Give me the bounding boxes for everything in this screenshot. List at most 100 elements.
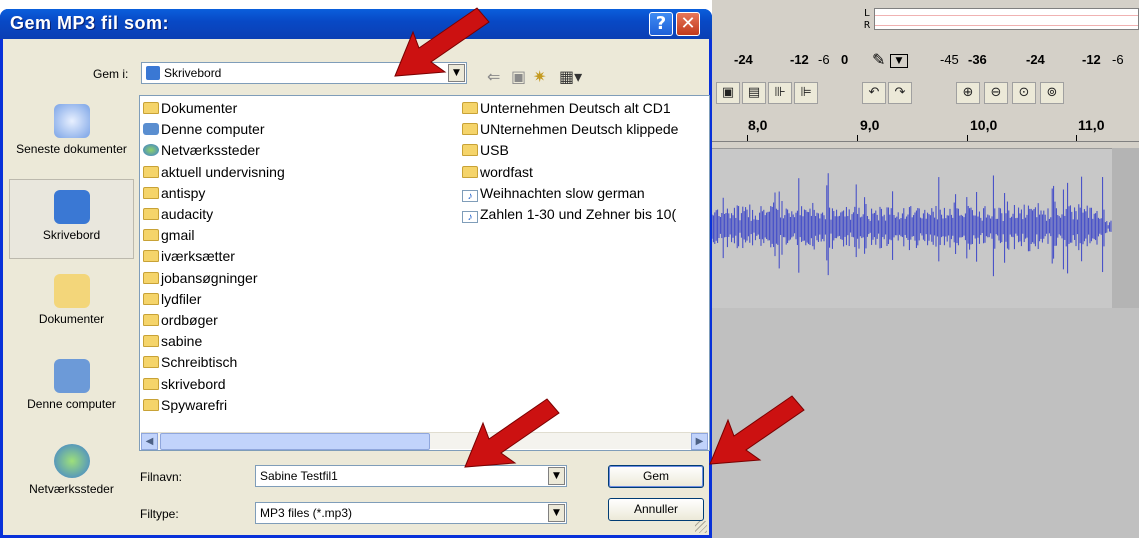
folder-icon	[143, 186, 159, 199]
file-name: USB	[480, 142, 509, 159]
folder-icon	[143, 271, 159, 284]
filename-label: Filnavn:	[140, 470, 183, 484]
meter-toolbar: L R	[712, 0, 1139, 42]
file-item[interactable]: Netværkssteder	[143, 140, 260, 161]
filetype-label: Filtype:	[140, 507, 179, 521]
file-item[interactable]: Dokumenter	[143, 98, 237, 119]
network-icon	[143, 144, 159, 157]
chevron-down-icon[interactable]: ▼	[548, 504, 565, 522]
file-name: sabine	[161, 333, 203, 350]
dialog-title: Gem MP3 fil som:	[10, 13, 170, 33]
file-item[interactable]: UNternehmen Deutsch klippede	[462, 119, 678, 140]
file-item[interactable]: sabine	[143, 331, 202, 352]
filetype-select[interactable]: MP3 files (*.mp3) ▼	[255, 502, 567, 524]
file-item[interactable]: Schreibtisch	[143, 352, 237, 373]
file-list[interactable]: Dokumenter Denne computer Netværkssteder ak…	[139, 95, 710, 451]
file-item[interactable]: lydfiler	[143, 289, 201, 310]
fit-project-icon[interactable]: ⊚	[1040, 82, 1064, 104]
cancel-button[interactable]: Annuller	[608, 498, 704, 521]
file-item[interactable]: Unternehmen Deutsch alt CD1	[462, 98, 671, 119]
silence-button[interactable]: ⊫	[794, 82, 818, 104]
waveform[interactable]	[712, 172, 1112, 282]
file-item[interactable]: gmail	[143, 225, 194, 246]
place-desktop[interactable]: Skrivebord	[9, 179, 134, 259]
scale-label: -24	[1026, 52, 1045, 67]
paste-button[interactable]: ▤	[742, 82, 766, 104]
folder-icon	[143, 377, 159, 390]
place-recent[interactable]: Seneste dokumenter	[9, 94, 134, 174]
file-item[interactable]: jobansøgninger	[143, 268, 258, 289]
documents-folder-icon	[143, 102, 159, 114]
timeline-ruler[interactable]: 8,0 9,0 10,0 11,0	[712, 114, 1139, 142]
horizontal-scrollbar[interactable]: ◀ ▶	[141, 432, 708, 450]
scale-label: -12	[790, 52, 809, 67]
filetype-value: MP3 files (*.mp3)	[260, 506, 353, 520]
file-item[interactable]: antispy	[143, 183, 205, 204]
file-name: Denne computer	[161, 121, 265, 138]
places-bar: Seneste dokumenter Skrivebord Dokumenter…	[9, 94, 134, 534]
file-item[interactable]: ♪ Weihnachten slow german	[462, 183, 645, 204]
scale-label: -12	[1082, 52, 1101, 67]
ruler-label: 8,0	[748, 117, 768, 133]
place-computer[interactable]: Denne computer	[9, 349, 134, 429]
file-item[interactable]: ♪ Zahlen 1-30 und Zehner bis 10(	[462, 204, 676, 225]
ruler-label: 11,0	[1078, 117, 1105, 133]
audio-file-icon: ♪	[462, 189, 478, 202]
scroll-thumb[interactable]	[160, 433, 430, 450]
folder-icon	[143, 314, 159, 326]
folder-icon	[143, 165, 159, 178]
save-in-label: Gem i:	[93, 67, 129, 81]
view-menu-icon[interactable]: ▦▾	[559, 67, 582, 86]
meter-right-label: R	[864, 20, 871, 31]
save-dialog: Gem MP3 fil som: ? ✕ Gem i: Skrivebord ▼…	[0, 9, 712, 538]
up-folder-icon[interactable]: ▣	[511, 67, 526, 86]
help-button[interactable]: ?	[649, 12, 673, 36]
file-item[interactable]: audacity	[143, 204, 213, 225]
place-label: Denne computer	[27, 397, 116, 411]
save-in-value: Skrivebord	[164, 66, 222, 80]
save-button[interactable]: Gem	[608, 465, 704, 488]
scroll-left-button[interactable]: ◀	[141, 433, 158, 450]
redo-button[interactable]: ↷	[888, 82, 912, 104]
file-item[interactable]: Denne computer	[143, 119, 265, 140]
level-meter	[874, 8, 1139, 30]
desktop-icon	[146, 66, 160, 80]
folder-icon	[462, 165, 478, 178]
file-item[interactable]: aktuell undervisning	[143, 162, 285, 183]
scale-label: -6	[818, 52, 830, 67]
annotation-arrow	[709, 395, 805, 465]
copy-button[interactable]: ▣	[716, 82, 740, 104]
place-documents[interactable]: Dokumenter	[9, 264, 134, 344]
zoom-in-icon[interactable]: ⊕	[956, 82, 980, 104]
file-item[interactable]: skrivebord	[143, 374, 226, 395]
file-item[interactable]: Spywarefri	[143, 395, 227, 416]
file-name: ordbøger	[161, 312, 218, 328]
trim-button[interactable]: ⊪	[768, 82, 792, 104]
close-button[interactable]: ✕	[676, 12, 700, 36]
annotation-arrow	[394, 7, 490, 77]
zoom-out-icon[interactable]: ⊖	[984, 82, 1008, 104]
folder-icon	[143, 250, 159, 263]
file-item[interactable]: iværksætter	[143, 246, 235, 267]
meter-left-label: L	[864, 8, 871, 19]
scale-label: -36	[968, 52, 987, 67]
microphone-icon[interactable]: ✎	[872, 50, 885, 69]
file-name: Unternehmen Deutsch alt CD1	[480, 100, 671, 116]
file-name: Netværkssteder	[161, 142, 260, 159]
chevron-down-icon[interactable]: ▼	[890, 54, 908, 68]
network-icon	[53, 444, 90, 478]
place-network[interactable]: Netværkssteder	[9, 434, 134, 514]
undo-button[interactable]: ↶	[862, 82, 886, 104]
file-name: lydfiler	[161, 290, 202, 307]
resize-grip[interactable]	[695, 521, 707, 533]
folder-icon	[462, 123, 478, 136]
new-folder-icon[interactable]: ✷	[533, 67, 546, 86]
track-end	[1112, 148, 1139, 308]
file-item[interactable]: USB	[462, 140, 509, 161]
file-name: skrivebord	[161, 375, 226, 392]
file-item[interactable]: ordbøger	[143, 310, 218, 331]
folder-icon	[143, 229, 159, 242]
file-item[interactable]: wordfast	[462, 162, 533, 183]
title-bar[interactable]: Gem MP3 fil som: ? ✕	[0, 9, 712, 39]
fit-selection-icon[interactable]: ⊙	[1012, 82, 1036, 104]
